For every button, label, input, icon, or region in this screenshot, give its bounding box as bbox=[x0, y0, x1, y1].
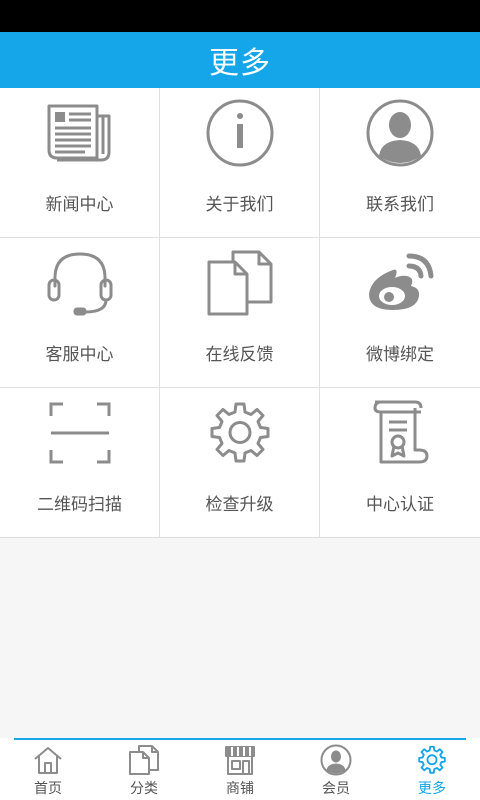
tab-label: 商铺 bbox=[226, 781, 254, 797]
grid-item-label: 微博绑定 bbox=[366, 345, 434, 365]
tab-more[interactable]: 更多 bbox=[387, 744, 477, 800]
grid-item-online-feedback[interactable]: 在线反馈 bbox=[160, 238, 320, 388]
grid-item-label: 联系我们 bbox=[366, 195, 434, 215]
grid-item-news-center[interactable]: 新闻中心 bbox=[0, 88, 160, 238]
grid-item-about-us[interactable]: 关于我们 bbox=[160, 88, 320, 238]
category-icon bbox=[128, 744, 160, 776]
grid-item-customer-service[interactable]: 客服中心 bbox=[0, 238, 160, 388]
tab-label: 会员 bbox=[322, 781, 350, 797]
page-title: 更多 bbox=[209, 46, 271, 81]
tab-store[interactable]: 商铺 bbox=[195, 744, 285, 800]
newspaper-icon bbox=[45, 98, 115, 168]
user-avatar-icon bbox=[365, 98, 435, 168]
tab-label: 更多 bbox=[418, 781, 446, 797]
member-icon bbox=[320, 744, 352, 776]
certificate-icon bbox=[365, 398, 435, 468]
status-bar bbox=[0, 0, 480, 32]
grid-item-label: 新闻中心 bbox=[45, 195, 114, 215]
headset-icon bbox=[45, 248, 115, 318]
grid-item-label: 关于我们 bbox=[205, 195, 274, 215]
gear-icon bbox=[205, 398, 275, 468]
feature-grid: 新闻中心 关于我们 联系我们 客服中心 在线反馈 微博绑定 二维码扫描 检查升级… bbox=[0, 88, 480, 538]
grid-item-label: 客服中心 bbox=[45, 345, 114, 365]
grid-item-label: 二维码扫描 bbox=[37, 495, 122, 515]
tab-label: 分类 bbox=[130, 781, 158, 797]
tab-home[interactable]: 首页 bbox=[3, 744, 93, 800]
grid-item-label: 中心认证 bbox=[366, 495, 434, 515]
tab-member[interactable]: 会员 bbox=[291, 744, 381, 800]
grid-item-qr-scan[interactable]: 二维码扫描 bbox=[0, 388, 160, 538]
weibo-icon bbox=[365, 248, 435, 318]
home-icon bbox=[32, 744, 64, 776]
bottom-tab-bar: 首页 分类 商铺 会员 更多 bbox=[0, 738, 480, 800]
grid-item-contact-us[interactable]: 联系我们 bbox=[320, 88, 480, 238]
grid-item-label: 在线反馈 bbox=[205, 345, 274, 365]
grid-item-center-certification[interactable]: 中心认证 bbox=[320, 388, 480, 538]
grid-item-check-update[interactable]: 检查升级 bbox=[160, 388, 320, 538]
gear-icon bbox=[416, 744, 448, 776]
info-icon bbox=[205, 98, 275, 168]
header-bar: 更多 bbox=[0, 32, 480, 88]
grid-item-label: 检查升级 bbox=[205, 495, 274, 515]
tab-bar-divider bbox=[14, 738, 466, 740]
documents-icon bbox=[205, 248, 275, 318]
scan-icon bbox=[45, 398, 115, 468]
tab-label: 首页 bbox=[34, 781, 62, 797]
tab-category[interactable]: 分类 bbox=[99, 744, 189, 800]
store-icon bbox=[224, 744, 256, 776]
grid-item-weibo-binding[interactable]: 微博绑定 bbox=[320, 238, 480, 388]
